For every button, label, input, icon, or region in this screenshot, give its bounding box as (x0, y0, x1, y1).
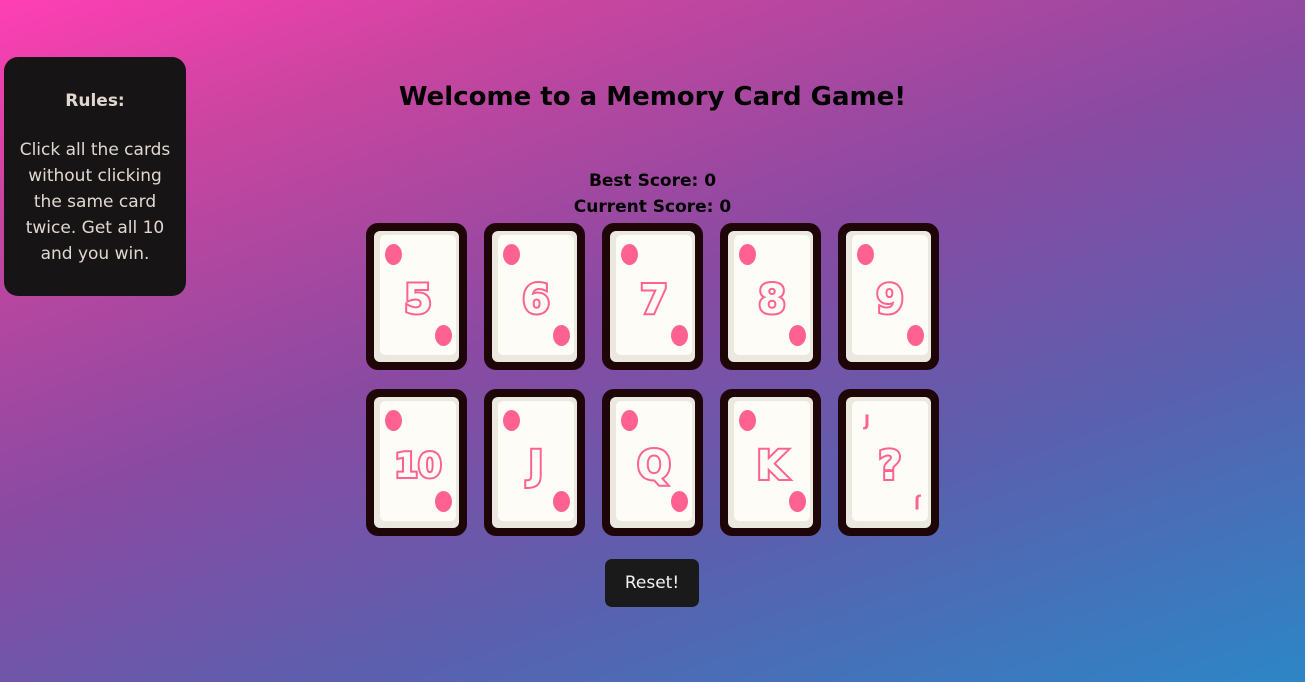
card-face: J (492, 397, 577, 528)
diamond-pip-icon (671, 491, 688, 512)
card-5[interactable]: 5 (366, 223, 467, 370)
diamond-pip-icon (621, 244, 638, 265)
card-face: J ? J (846, 397, 931, 528)
card-king[interactable]: K (720, 389, 821, 536)
diamond-pip-icon (503, 244, 520, 265)
card-rank: J (527, 441, 546, 491)
card-rank: 5 (402, 275, 434, 325)
card-joker[interactable]: J ? J (838, 389, 939, 536)
card-rank: K (755, 441, 790, 491)
card-queen[interactable]: Q (602, 389, 703, 536)
joker-corner-mark: J (914, 494, 920, 513)
best-score: Best Score: 0 (588, 171, 717, 191)
diamond-pip-icon (385, 244, 402, 265)
card-face: 8 (728, 231, 813, 362)
card-face: 7 (610, 231, 695, 362)
card-jack[interactable]: J (484, 389, 585, 536)
diamond-pip-icon (385, 410, 402, 431)
scoreboard: Best Score: 0 Current Score: 0 (0, 168, 1305, 220)
card-grid: 5 6 7 8 9 10 J Q K J ? J (366, 223, 940, 536)
card-rank: Q (635, 441, 673, 491)
reset-button[interactable]: Reset! (605, 559, 699, 607)
diamond-pip-icon (435, 325, 452, 346)
current-score: Current Score: 0 (573, 197, 732, 217)
card-face: Q (610, 397, 695, 528)
joker-corner-mark: J (864, 411, 870, 430)
diamond-pip-icon (907, 325, 924, 346)
diamond-pip-icon (621, 410, 638, 431)
card-rank: 9 (874, 275, 906, 325)
card-10[interactable]: 10 (366, 389, 467, 536)
card-7[interactable]: 7 (602, 223, 703, 370)
page-title: Welcome to a Memory Card Game! (398, 82, 907, 112)
diamond-pip-icon (789, 325, 806, 346)
diamond-pip-icon (671, 325, 688, 346)
diamond-pip-icon (503, 410, 520, 431)
card-rank: 8 (756, 275, 788, 325)
card-9[interactable]: 9 (838, 223, 939, 370)
diamond-pip-icon (857, 244, 874, 265)
card-6[interactable]: 6 (484, 223, 585, 370)
card-rank: 10 (392, 444, 443, 488)
diamond-pip-icon (739, 244, 756, 265)
card-face: K (728, 397, 813, 528)
card-rank: ? (876, 441, 903, 491)
diamond-pip-icon (553, 491, 570, 512)
card-rank: 7 (638, 275, 670, 325)
card-face: 6 (492, 231, 577, 362)
card-face: 5 (374, 231, 459, 362)
card-rank: 6 (520, 275, 552, 325)
card-face: 9 (846, 231, 931, 362)
diamond-pip-icon (739, 410, 756, 431)
diamond-pip-icon (789, 491, 806, 512)
diamond-pip-icon (435, 491, 452, 512)
card-face: 10 (374, 397, 459, 528)
diamond-pip-icon (553, 325, 570, 346)
card-8[interactable]: 8 (720, 223, 821, 370)
